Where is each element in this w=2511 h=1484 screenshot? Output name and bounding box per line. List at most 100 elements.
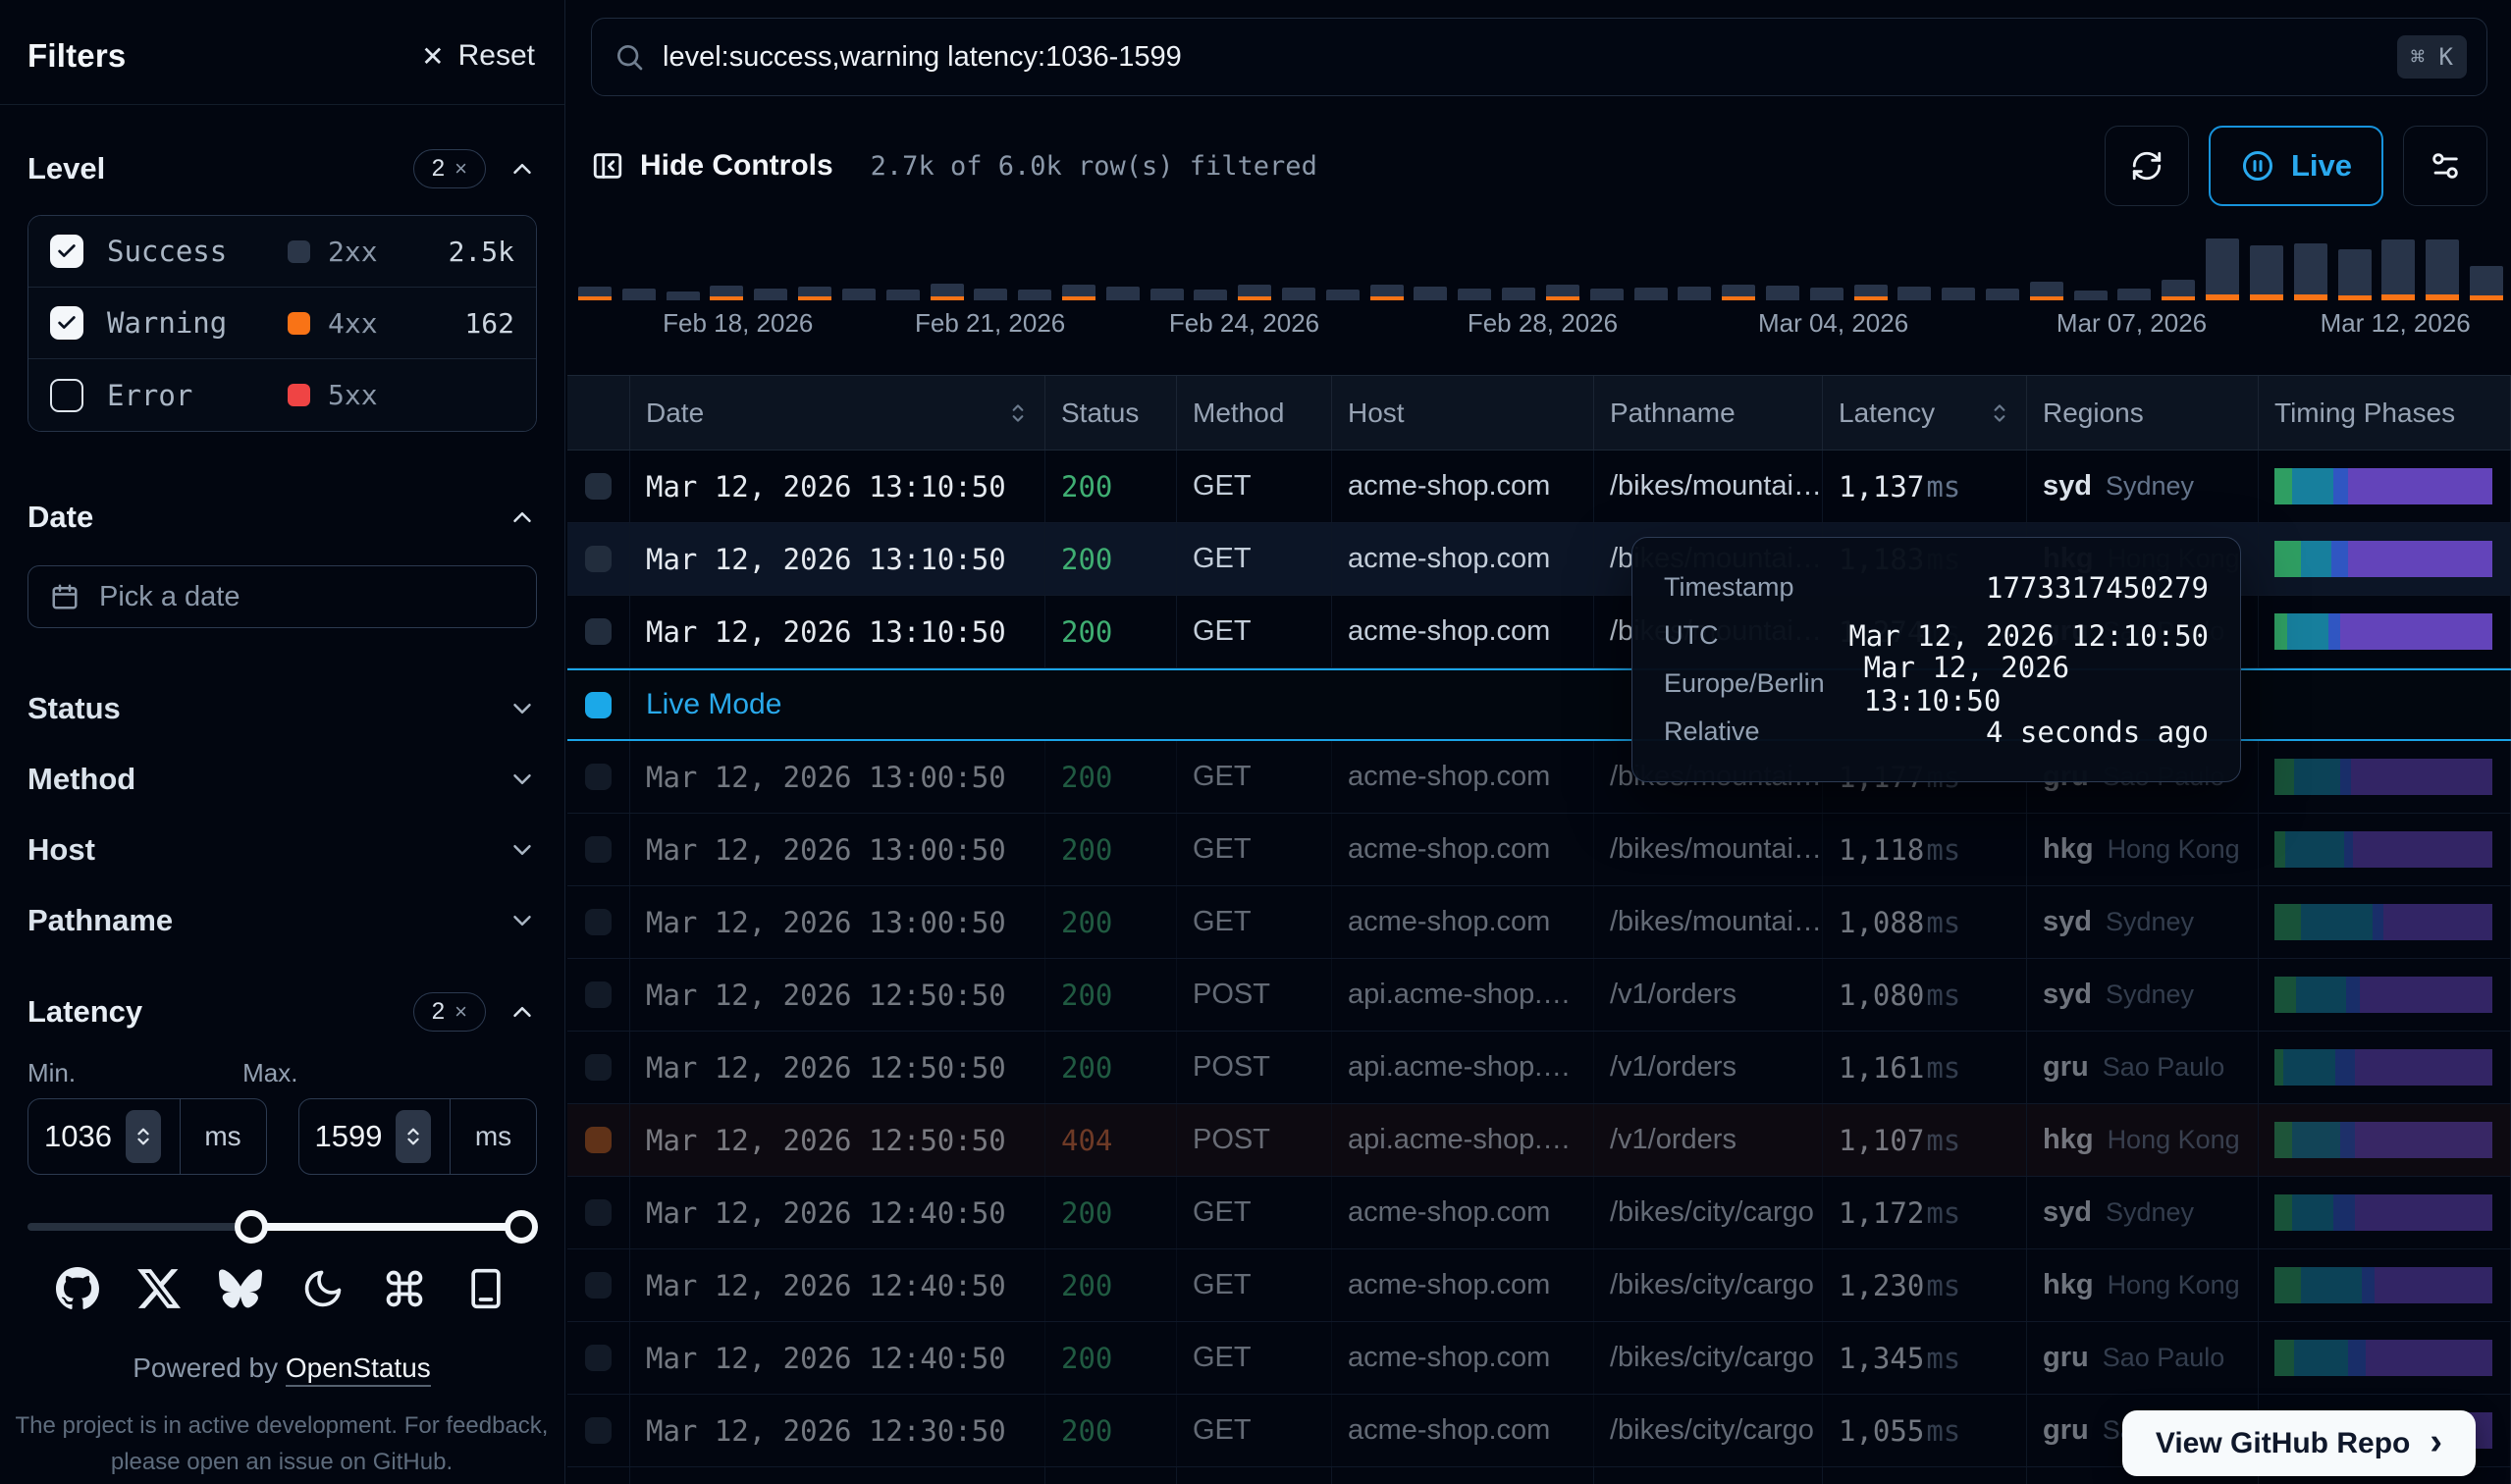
column-header-regions[interactable]: Regions bbox=[2027, 376, 2259, 450]
filter-section-status[interactable]: Status bbox=[27, 673, 537, 744]
sort-icon[interactable] bbox=[1005, 400, 1031, 426]
row-checkbox[interactable] bbox=[585, 1054, 612, 1081]
refresh-button[interactable] bbox=[2105, 126, 2189, 206]
histogram-bar[interactable] bbox=[1150, 289, 1184, 300]
histogram-bar[interactable] bbox=[1370, 285, 1404, 300]
histogram-bar[interactable] bbox=[2294, 243, 2327, 300]
table-row[interactable]: Mar 12, 2026 12:40:50200GETacme-shop.com… bbox=[567, 1322, 2511, 1395]
column-header-pathname[interactable]: Pathname bbox=[1594, 376, 1823, 450]
column-header-host[interactable]: Host bbox=[1332, 376, 1594, 450]
histogram-bar[interactable] bbox=[622, 289, 656, 300]
bluesky-icon[interactable] bbox=[218, 1266, 263, 1311]
hide-controls-button[interactable]: Hide Controls bbox=[591, 149, 833, 183]
openstatus-link[interactable]: OpenStatus bbox=[286, 1352, 431, 1387]
view-settings-button[interactable] bbox=[2403, 126, 2487, 206]
histogram-bar[interactable] bbox=[1106, 287, 1140, 300]
column-header-latency[interactable]: Latency bbox=[1823, 376, 2027, 450]
chevron-up-icon[interactable] bbox=[508, 503, 537, 532]
sort-icon[interactable] bbox=[1987, 400, 2012, 426]
histogram-bar[interactable] bbox=[2426, 239, 2459, 300]
row-checkbox[interactable] bbox=[585, 1272, 612, 1298]
histogram-bar[interactable] bbox=[2470, 266, 2503, 300]
row-checkbox[interactable] bbox=[585, 836, 612, 863]
row-checkbox[interactable] bbox=[585, 764, 612, 790]
table-row[interactable]: Mar 12, 2026 12:40:50200GETacme-shop.com… bbox=[567, 1177, 2511, 1249]
table-row[interactable]: Mar 12, 2026 13:10:50200GETacme-shop.com… bbox=[567, 450, 2511, 523]
stepper-icon[interactable] bbox=[396, 1110, 431, 1163]
latency-range-slider[interactable] bbox=[27, 1210, 537, 1244]
histogram-bar[interactable] bbox=[1062, 285, 1095, 300]
histogram-bar[interactable] bbox=[2117, 289, 2151, 300]
histogram-bar[interactable] bbox=[1326, 290, 1360, 300]
row-checkbox[interactable] bbox=[585, 546, 612, 572]
histogram-bar[interactable] bbox=[1634, 288, 1668, 300]
row-checkbox[interactable] bbox=[585, 981, 612, 1008]
level-option-warning[interactable]: Warning4xx162 bbox=[28, 288, 536, 359]
histogram-bar[interactable] bbox=[1766, 286, 1799, 300]
table-row[interactable]: Mar 12, 2026 12:40:50200GETacme-shop.com… bbox=[567, 1249, 2511, 1322]
histogram-bar[interactable] bbox=[2338, 249, 2372, 300]
histogram-bar[interactable] bbox=[1810, 288, 1843, 300]
chevron-up-icon[interactable] bbox=[508, 997, 537, 1027]
checkbox[interactable] bbox=[50, 306, 83, 340]
checkbox[interactable] bbox=[50, 235, 83, 268]
row-checkbox[interactable] bbox=[585, 473, 612, 500]
column-header-status[interactable]: Status bbox=[1045, 376, 1177, 450]
filter-section-host[interactable]: Host bbox=[27, 815, 537, 885]
row-checkbox[interactable] bbox=[585, 1199, 612, 1226]
search-input[interactable] bbox=[663, 41, 2397, 74]
latency-max-input[interactable]: 1599 bbox=[315, 1119, 383, 1154]
level-option-error[interactable]: Error5xx bbox=[28, 359, 536, 431]
histogram-bar[interactable] bbox=[2250, 245, 2283, 300]
histogram-bar[interactable] bbox=[842, 289, 876, 300]
histogram-bar[interactable] bbox=[578, 287, 612, 300]
histogram-bar[interactable] bbox=[2074, 291, 2108, 300]
histogram-bar[interactable] bbox=[1942, 288, 1975, 300]
table-row[interactable]: Mar 12, 2026 12:50:50200POSTapi.acme-sho… bbox=[567, 1032, 2511, 1104]
histogram-bar[interactable] bbox=[1502, 288, 1535, 300]
github-icon[interactable] bbox=[55, 1266, 100, 1311]
histogram-bar[interactable] bbox=[1722, 285, 1755, 300]
histogram-bar[interactable] bbox=[974, 289, 1007, 300]
date-section-header[interactable]: Date bbox=[27, 495, 537, 540]
histogram-bar[interactable] bbox=[1546, 285, 1579, 300]
table-row[interactable]: Mar 12, 2026 12:50:50404POSTapi.acme-sho… bbox=[567, 1104, 2511, 1177]
latency-min-input[interactable]: 1036 bbox=[44, 1119, 112, 1154]
row-checkbox[interactable] bbox=[585, 1127, 612, 1153]
histogram-bar[interactable] bbox=[1897, 287, 1931, 300]
histogram-bar[interactable] bbox=[886, 290, 920, 300]
histogram-bar[interactable] bbox=[710, 286, 743, 300]
histogram-bar[interactable] bbox=[1282, 288, 1315, 300]
level-option-success[interactable]: Success2xx2.5k bbox=[28, 216, 536, 288]
checkbox[interactable] bbox=[50, 379, 83, 412]
table-row[interactable]: Mar 12, 2026 13:00:50200GETacme-shop.com… bbox=[567, 886, 2511, 959]
filter-section-pathname[interactable]: Pathname bbox=[27, 885, 537, 956]
command-icon[interactable] bbox=[382, 1266, 427, 1311]
histogram-bar[interactable] bbox=[798, 287, 831, 300]
x-logo-icon[interactable] bbox=[136, 1266, 182, 1311]
latency-filter-count-badge[interactable]: 2 × bbox=[413, 992, 486, 1032]
histogram-bar[interactable] bbox=[2030, 282, 2063, 300]
reset-filters-button[interactable]: ✕ Reset bbox=[421, 39, 535, 73]
histogram-bar[interactable] bbox=[667, 292, 700, 300]
histogram-bar[interactable] bbox=[754, 289, 787, 300]
live-mode-toggle-button[interactable]: Live bbox=[2209, 126, 2383, 206]
table-row[interactable]: Mar 12, 2026 12:50:50200POSTapi.acme-sho… bbox=[567, 959, 2511, 1032]
histogram-bar[interactable] bbox=[1414, 287, 1447, 300]
moon-icon[interactable] bbox=[300, 1266, 346, 1311]
histogram-bar[interactable] bbox=[1458, 289, 1491, 300]
histogram-bar[interactable] bbox=[1238, 285, 1271, 300]
slider-min-handle[interactable] bbox=[235, 1210, 268, 1244]
column-header-method[interactable]: Method bbox=[1177, 376, 1332, 450]
histogram-bar[interactable] bbox=[1678, 287, 1711, 300]
row-checkbox[interactable] bbox=[585, 1417, 612, 1444]
histogram-bar[interactable] bbox=[1854, 285, 1888, 300]
chevron-up-icon[interactable] bbox=[508, 154, 537, 184]
latency-section-header[interactable]: Latency 2 × bbox=[27, 989, 537, 1034]
histogram-bar[interactable] bbox=[1590, 289, 1624, 300]
histogram-bar[interactable] bbox=[931, 284, 964, 300]
view-github-repo-button[interactable]: View GitHub Repo › bbox=[2122, 1410, 2476, 1476]
column-header-timing-phases[interactable]: Timing Phases bbox=[2259, 376, 2511, 450]
column-header-select[interactable] bbox=[567, 376, 630, 450]
row-checkbox[interactable] bbox=[585, 909, 612, 935]
